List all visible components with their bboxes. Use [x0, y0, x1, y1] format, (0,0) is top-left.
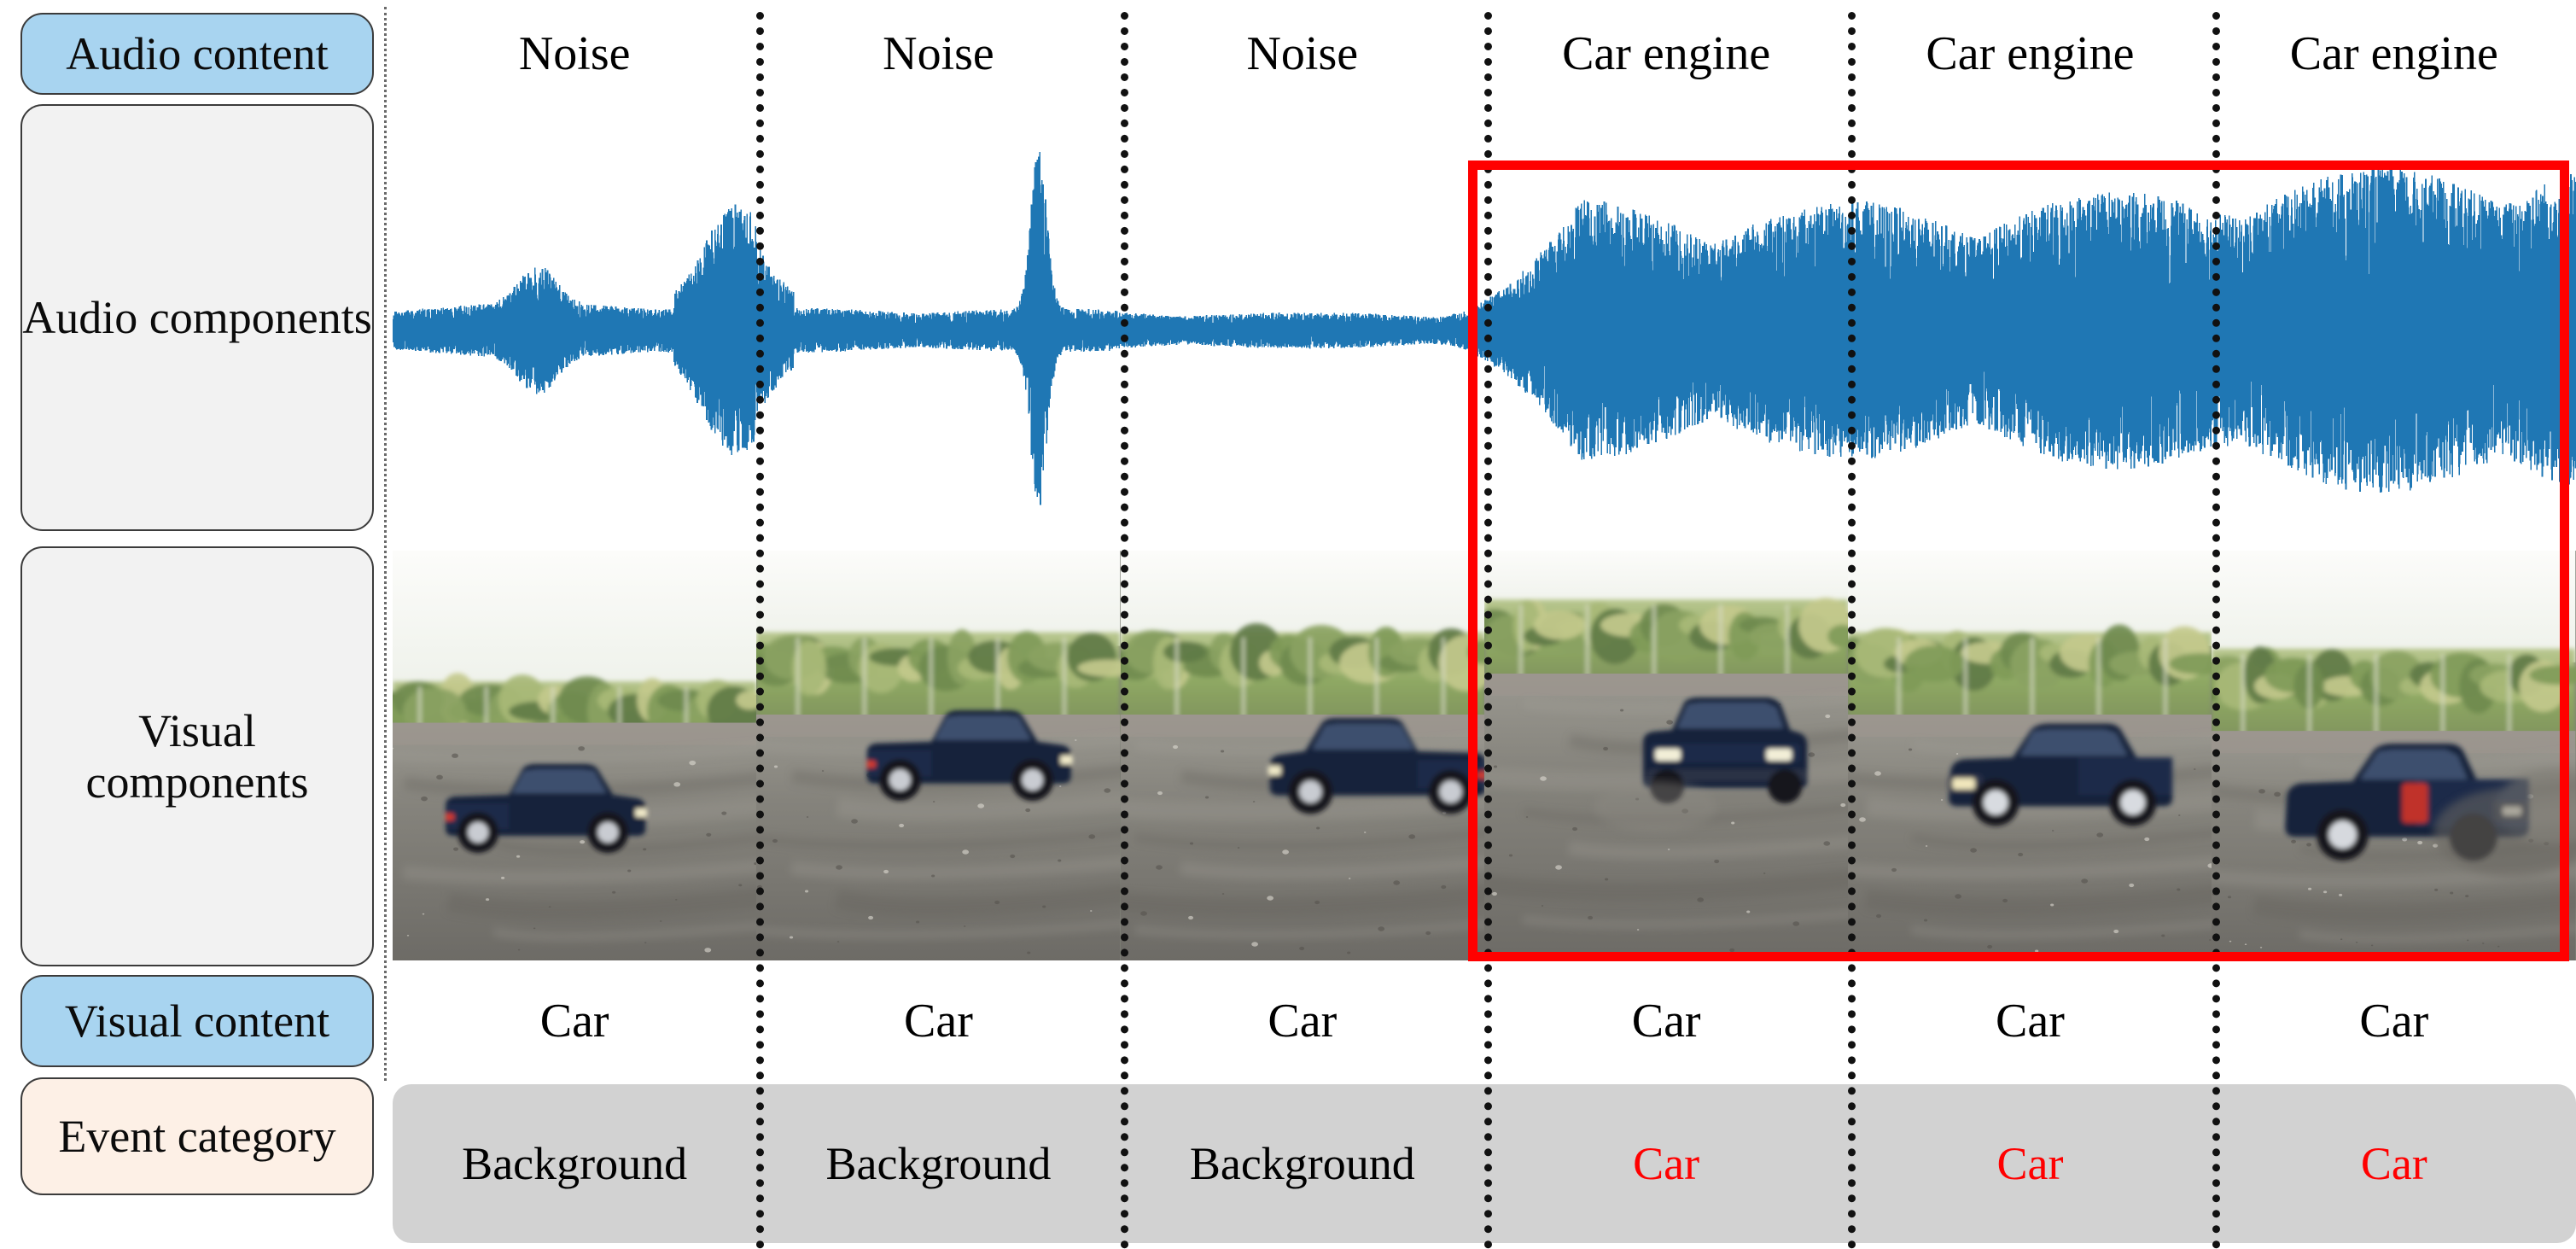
visual-content-label-1: Car: [539, 995, 609, 1048]
visual-content-label-3: Car: [1268, 995, 1338, 1048]
segment-column-2: Noise Car Background: [756, 0, 1120, 1249]
row-label-column: Audio content Audio components Visual co…: [9, 0, 386, 1249]
audio-content-label-2: Noise: [883, 27, 994, 80]
audio-content-label-3: Noise: [1246, 27, 1359, 80]
visual-content-label-4: Car: [1631, 995, 1701, 1048]
event-category-label-5: Car: [1996, 1138, 2064, 1189]
segment-divider-4: [1848, 12, 1856, 1249]
row-label-visual-components: Visual components: [20, 546, 374, 966]
segment-grid: Noise Car Background Noise Car Background Nois…: [393, 0, 2576, 1249]
audio-content-label-4: Car engine: [1562, 27, 1771, 80]
row-label-audio-content: Audio content: [20, 13, 374, 95]
label-column-separator: [384, 7, 387, 1081]
segment-divider-2: [1120, 12, 1128, 1249]
event-category-label-6: Car: [2360, 1138, 2427, 1189]
row-label-visual-components-text: Visual components: [85, 704, 309, 808]
segment-column-6: Car engine Car Car: [2212, 0, 2576, 1249]
segment-column-3: Noise Car Background: [1121, 0, 1484, 1249]
visual-content-label-6: Car: [2359, 995, 2429, 1048]
segment-column-4: Car engine Car Car: [1484, 0, 1848, 1249]
row-label-audio-components: Audio components: [20, 104, 374, 531]
segment-column-5: Car engine Car Car: [1848, 0, 2212, 1249]
segment-divider-3: [1484, 12, 1492, 1249]
event-category-label-4: Car: [1633, 1138, 1700, 1189]
row-label-audio-components-text: Audio components: [22, 291, 372, 343]
audio-content-label-6: Car engine: [2289, 27, 2498, 80]
audio-content-label-1: Noise: [518, 27, 631, 80]
event-category-label-1: Background: [462, 1138, 688, 1189]
row-label-event-category-text: Event category: [58, 1110, 336, 1162]
row-label-visual-content-text: Visual content: [64, 995, 330, 1047]
event-category-label-3: Background: [1189, 1138, 1415, 1189]
row-label-event-category: Event category: [20, 1077, 374, 1195]
visual-content-label-5: Car: [1996, 995, 2065, 1048]
audio-content-label-5: Car engine: [1926, 27, 2135, 80]
segment-divider-5: [2212, 12, 2220, 1249]
segment-column-1: Noise Car Background: [393, 0, 756, 1249]
row-label-audio-content-text: Audio content: [66, 27, 329, 79]
event-category-label-2: Background: [825, 1138, 1052, 1189]
row-label-visual-content: Visual content: [20, 975, 374, 1067]
visual-content-label-2: Car: [904, 995, 973, 1048]
segment-divider-1: [756, 12, 765, 1249]
